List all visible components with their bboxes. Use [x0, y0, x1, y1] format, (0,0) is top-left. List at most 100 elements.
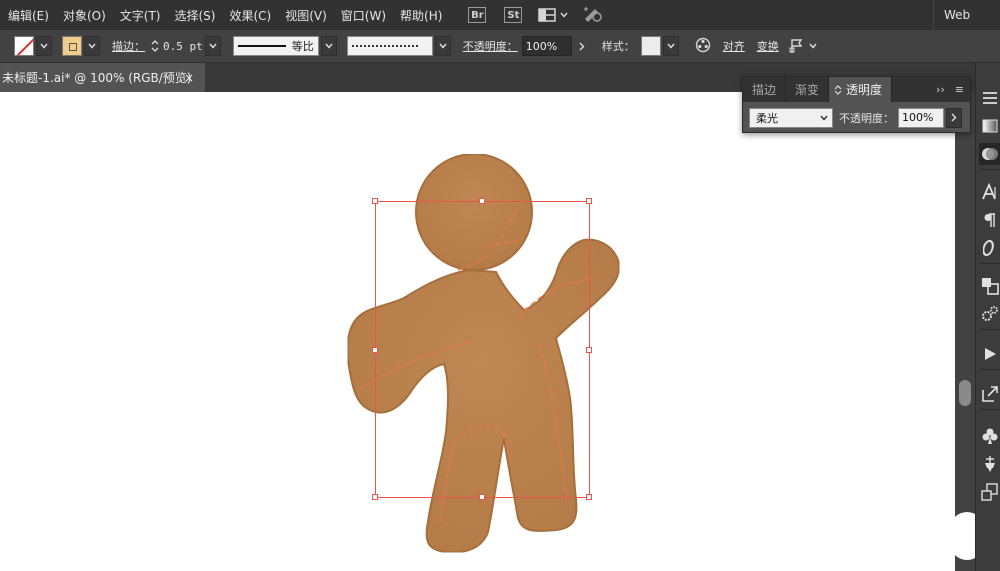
tab-transparency[interactable]: 透明度: [829, 77, 893, 102]
document-tab[interactable]: 未标题-1.ai* @ 100% (RGB/预览): [0, 63, 205, 92]
gingerbread-cookie[interactable]: [346, 153, 620, 554]
artboards-panel-icon[interactable]: [979, 481, 1000, 503]
chevron-down-icon: [809, 43, 817, 49]
dock-divider: [979, 263, 1000, 264]
graphic-style-swatch[interactable]: [640, 36, 661, 56]
panel-tab-strip: 描边 渐变 透明度 ›› ≡: [743, 77, 970, 102]
dock-divider: [979, 329, 1000, 330]
stroke-color-swatch[interactable]: [14, 36, 34, 56]
tab-stroke[interactable]: 描边: [743, 77, 787, 102]
stroke-weight-dropdown[interactable]: [204, 36, 221, 56]
symbols-panel-icon[interactable]: [979, 425, 1000, 447]
transparency-panel: 描边 渐变 透明度 ›› ≡ 柔光 不透明度： 100%: [742, 76, 971, 133]
panel-controls: ›› ≡: [936, 77, 970, 102]
fill-color-swatch[interactable]: [62, 36, 82, 56]
menu-effect[interactable]: 效果(C): [221, 7, 277, 24]
stroke-weight-input[interactable]: 0.5 pt: [163, 40, 203, 53]
chevron-down-icon: [40, 43, 48, 49]
dock-divider: [979, 409, 1000, 410]
stroke-weight-stepper[interactable]: [151, 39, 159, 53]
panel-opacity-slider-button[interactable]: [946, 107, 962, 128]
menu-object[interactable]: 对象(O): [55, 7, 112, 24]
chevron-down-icon: [209, 43, 217, 49]
chevron-right-icon: [579, 42, 585, 50]
dock-divider: [979, 369, 1000, 370]
gpu-performance-icon[interactable]: [582, 5, 604, 26]
gradient-panel-icon[interactable]: [979, 115, 1000, 137]
scroll-thumb[interactable]: [959, 380, 971, 406]
chevron-down-icon: [820, 115, 828, 121]
chevron-down-icon: [667, 43, 675, 49]
menu-type[interactable]: 文字(T): [112, 7, 167, 24]
blend-mode-select[interactable]: 柔光: [749, 107, 833, 128]
control-bar: 描边： 0.5 pt 等比 不透明度： 100% 样式： 对齐 变换: [0, 30, 1000, 63]
opentype-panel-icon[interactable]: [979, 237, 1000, 259]
menu-edit[interactable]: 编辑(E): [0, 7, 55, 24]
menu-help[interactable]: 帮助(H): [392, 7, 448, 24]
menu-select[interactable]: 选择(S): [166, 7, 221, 24]
opacity-label[interactable]: 不透明度：: [463, 38, 518, 54]
paragraph-panel-icon[interactable]: [979, 209, 1000, 231]
tab-gradient[interactable]: 渐变: [786, 77, 830, 102]
play-icon[interactable]: [979, 343, 1000, 365]
brush-definition-dropdown[interactable]: [434, 36, 451, 56]
menu-icon[interactable]: [979, 87, 1000, 109]
collapse-panel-button[interactable]: ››: [936, 83, 945, 96]
bridge-button[interactable]: Br: [468, 7, 487, 23]
style-label: 样式：: [601, 40, 635, 53]
opacity-slider-button[interactable]: [574, 36, 590, 56]
puppet-warp-button[interactable]: [789, 38, 817, 54]
blend-mode-value: 柔光: [756, 111, 778, 125]
workspace-switcher[interactable]: Web: [933, 0, 1000, 30]
panel-opacity-label: 不透明度：: [839, 111, 894, 125]
export-panel-icon[interactable]: [979, 383, 1000, 405]
stepper-up-icon: [151, 40, 159, 45]
align-button[interactable]: 对齐: [723, 38, 745, 54]
chevron-right-icon: [951, 113, 957, 122]
fill-color-dropdown[interactable]: [84, 36, 100, 56]
arrange-documents-icon: [538, 8, 557, 22]
stock-button[interactable]: St: [504, 7, 523, 23]
character-panel-icon[interactable]: [979, 181, 1000, 203]
stepper-down-icon: [151, 47, 159, 52]
tab-transparency-label: 透明度: [846, 83, 883, 97]
gear-icon[interactable]: [979, 303, 1000, 325]
menu-bar: 编辑(E) 对象(O) 文字(T) 选择(S) 效果(C) 视图(V) 窗口(W…: [0, 0, 1000, 30]
graphic-style-dropdown[interactable]: [662, 36, 679, 56]
recolor-artwork-icon[interactable]: [695, 37, 711, 56]
stroke-color-dropdown[interactable]: [36, 36, 52, 56]
stroke-profile-label: 等比: [291, 40, 314, 53]
dock-divider: [979, 169, 1000, 170]
brush-preview: [351, 45, 418, 47]
chevron-down-icon: [560, 12, 568, 18]
menu-window[interactable]: 窗口(W): [333, 7, 392, 24]
vertical-scrollbar[interactable]: [955, 92, 975, 571]
document-tab-title: 未标题-1.ai* @ 100% (RGB/预览): [2, 71, 192, 85]
artwork: [346, 153, 620, 554]
panel-dock: [975, 63, 1000, 571]
menu-view[interactable]: 视图(V): [277, 7, 333, 24]
cookie-body: [346, 238, 620, 554]
puppet-flag-icon: [789, 39, 803, 53]
variable-width-profile[interactable]: 等比: [232, 36, 319, 56]
chevron-down-icon: [325, 43, 333, 49]
tab-options-icon: [834, 84, 842, 95]
brush-definition[interactable]: [346, 36, 433, 56]
transform-button[interactable]: 变换: [757, 38, 779, 54]
panel-menu-button[interactable]: ≡: [955, 83, 964, 96]
opacity-input[interactable]: 100%: [521, 36, 572, 56]
panel-body: 柔光 不透明度： 100%: [743, 102, 970, 133]
stroke-label[interactable]: 描边：: [112, 38, 145, 54]
workspace-label: Web: [944, 8, 971, 22]
artboard-canvas[interactable]: [0, 92, 955, 571]
chevron-down-icon: [88, 43, 96, 49]
close-tab-button[interactable]: ×: [184, 63, 194, 92]
pathfinder-panel-icon[interactable]: [979, 275, 1000, 297]
arrange-documents-button[interactable]: [538, 8, 568, 22]
stroke-profile-preview: [237, 45, 286, 47]
brushes-panel-icon[interactable]: [979, 453, 1000, 475]
panel-opacity-input[interactable]: 100%: [898, 107, 944, 128]
chevron-down-icon: [439, 43, 447, 49]
transparency-panel-icon[interactable]: [979, 143, 1000, 165]
stroke-profile-dropdown[interactable]: [320, 36, 337, 56]
